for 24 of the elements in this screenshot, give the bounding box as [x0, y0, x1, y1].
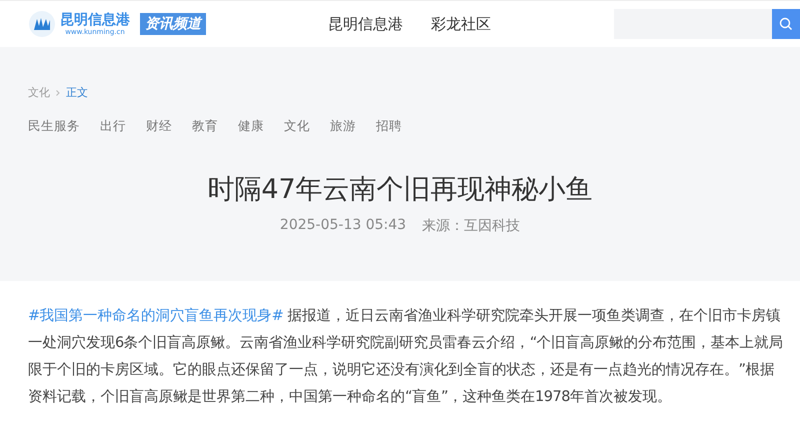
channel-badge: 资讯频道: [140, 13, 206, 35]
category-link[interactable]: 文化: [284, 118, 310, 135]
nav-link[interactable]: 昆明信息港: [328, 14, 403, 34]
category-link[interactable]: 旅游: [330, 118, 356, 135]
chevron-icon: [56, 90, 60, 96]
category-link[interactable]: 招聘: [376, 118, 402, 135]
logo-name: 昆明信息港: [60, 12, 130, 28]
search-icon: [779, 17, 793, 31]
category-link[interactable]: 民生服务: [28, 118, 80, 135]
breadcrumb-link[interactable]: 文化: [28, 85, 50, 100]
category-link[interactable]: 健康: [238, 118, 264, 135]
breadcrumb-link[interactable]: 正文: [66, 85, 88, 100]
search-field[interactable]: [614, 9, 772, 39]
article-source: 来源：互因科技: [422, 217, 520, 235]
category-link[interactable]: 财经: [146, 118, 172, 135]
category-link[interactable]: 出行: [100, 118, 126, 135]
article-date: 2025-05-13 05:43: [280, 217, 406, 235]
logo-icon: [28, 10, 56, 38]
search-button[interactable]: [772, 9, 800, 39]
category-link[interactable]: 教育: [192, 118, 218, 135]
topic-link[interactable]: #我国第一种命名的洞穴盲鱼再次现身#: [28, 308, 284, 324]
article-paragraph: #我国第一种命名的洞穴盲鱼再次现身# 据报道，近日云南省渔业科学研究院牵头开展一项鱼类调查，在个旧市卡房镇一处洞穴发现6条个旧盲高原鳅。云南省渔业科学研究院副研究员雷春云介绍，“个旧盲高原鳅的分布范围，基本上就局限于个旧的卡房区域。它的眼点还保留了一点，说明它还没有演化到全盲的状态，还是有一点趋光的情况存在。”根据资料记载，个旧盲高原鳅是世界第二种，中国第一种命名的“盲鱼”，这种鱼类在1978年首次被发现。: [28, 306, 784, 407]
nav-link[interactable]: 彩龙社区: [431, 14, 491, 34]
article-title: 时隔47年云南个旧再现神秘小鱼: [206, 173, 594, 207]
